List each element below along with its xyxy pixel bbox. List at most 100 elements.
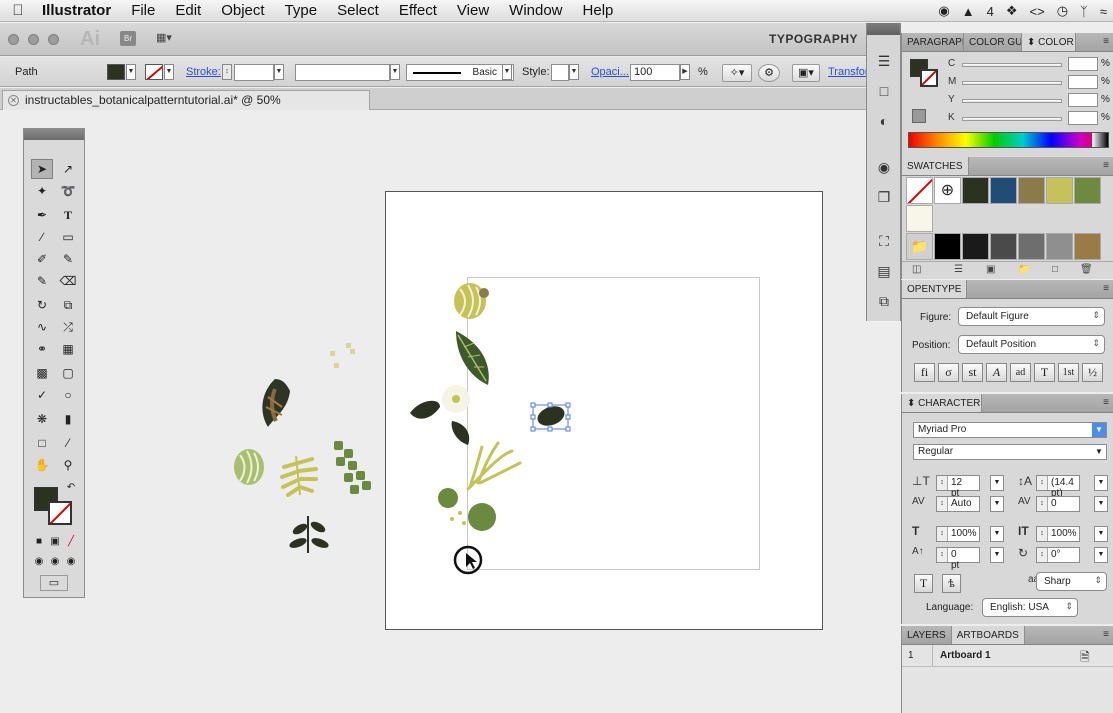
brush-definition[interactable]: Basic: [406, 64, 514, 81]
vertical-scale-field[interactable]: ↕ 100%: [936, 526, 980, 542]
character-rotation-field[interactable]: ↕ 0°: [1036, 547, 1080, 563]
align-panel-icon[interactable]: ▤: [874, 261, 894, 281]
rectangle-tool-icon[interactable]: ▭: [57, 227, 79, 247]
transparency-panel-icon[interactable]: ◐: [874, 111, 894, 131]
transform-panel-icon[interactable]: ⛶: [874, 231, 894, 251]
menu-edit[interactable]: Edit: [165, 2, 211, 19]
graphic-styles-panel-icon[interactable]: ❐: [874, 187, 894, 207]
blob-brush-tool-icon[interactable]: ✎: [31, 271, 53, 291]
tab-color[interactable]: ⬍ COLOR: [1022, 33, 1076, 51]
draw-behind-icon[interactable]: ◉: [48, 555, 62, 569]
draw-normal-icon[interactable]: ◉: [32, 555, 46, 569]
pathfinder-panel-icon[interactable]: ⧉: [874, 291, 894, 311]
direct-selection-tool-icon[interactable]: ↗: [57, 159, 79, 179]
menu-effect[interactable]: Effect: [389, 2, 447, 19]
kerning-dropdown[interactable]: ▼: [990, 496, 1004, 512]
canvas-area[interactable]: [0, 111, 900, 713]
panel-menu-icon[interactable]: ≡: [1103, 36, 1109, 47]
stroke-weight-input[interactable]: [234, 64, 274, 81]
stepper-icon[interactable]: ↕: [937, 527, 948, 541]
swatch-gray-70[interactable]: [990, 233, 1017, 260]
stepper-icon[interactable]: ↕: [937, 548, 948, 562]
line-tool-icon[interactable]: ∕: [31, 227, 53, 247]
type-tool-icon[interactable]: T: [57, 205, 79, 225]
bluetooth-icon[interactable]: ᛉ: [1080, 4, 1088, 19]
black-value[interactable]: [1068, 111, 1098, 125]
menu-view[interactable]: View: [447, 2, 499, 19]
artboard-tool-icon[interactable]: □: [31, 433, 53, 453]
font-family-select[interactable]: Myriad Pro ▼: [913, 422, 1107, 438]
figure-select[interactable]: Default Figure ⇕: [958, 307, 1105, 326]
menu-help[interactable]: Help: [573, 2, 624, 19]
swatch-blue[interactable]: [990, 177, 1017, 204]
kerning-field[interactable]: ↕ Auto: [936, 496, 980, 512]
stroke-color-swatch[interactable]: [145, 64, 163, 80]
swatch-black[interactable]: [934, 233, 961, 260]
baseline-shift-dropdown[interactable]: ▼: [990, 547, 1004, 563]
small-seed-cluster[interactable]: [330, 343, 355, 368]
new-swatch-icon[interactable]: □: [1052, 264, 1058, 275]
fill-dropdown[interactable]: ▼: [126, 64, 136, 80]
bridge-button[interactable]: Br: [120, 31, 136, 46]
opacity-link[interactable]: Opaci...: [591, 66, 629, 78]
swatch-libraries-icon[interactable]: ◫: [912, 264, 921, 275]
swatch-yellow-green[interactable]: [1046, 177, 1073, 204]
striped-fan-leaf[interactable]: [454, 283, 489, 319]
yellow-value[interactable]: [1068, 93, 1098, 107]
mesh-tool-icon[interactable]: ▩: [31, 363, 53, 383]
fractions-button[interactable]: ½: [1082, 363, 1103, 382]
scale-tool-icon[interactable]: ⧉: [57, 295, 79, 315]
yellow-palm-frond[interactable]: [466, 441, 522, 491]
menu-window[interactable]: Window: [499, 2, 572, 19]
variable-width-profile[interactable]: [295, 64, 390, 81]
fill-color-swatch[interactable]: [107, 64, 125, 80]
menu-select[interactable]: Select: [327, 2, 389, 19]
yellow-slider[interactable]: [962, 99, 1062, 103]
horizontal-scale-dropdown[interactable]: ▼: [1094, 526, 1108, 542]
pencil-tool-icon[interactable]: ✎: [57, 249, 79, 269]
workspace-switcher[interactable]: TYPOGRAPHY: [769, 32, 858, 46]
screen-mode-icon[interactable]: ▭: [40, 575, 68, 591]
fern-leaf[interactable]: [280, 455, 318, 497]
out-of-gamut-swatch[interactable]: [912, 109, 926, 123]
swatch-none[interactable]: [906, 177, 933, 204]
cyan-slider-row[interactable]: C %: [948, 57, 1110, 72]
black-white-ramp[interactable]: [1092, 133, 1108, 147]
zoom-window-button[interactable]: [48, 34, 59, 45]
discretionary-ligatures-button[interactable]: st: [962, 363, 983, 382]
swatch-tan[interactable]: [1074, 233, 1101, 260]
magenta-slider[interactable]: [962, 81, 1062, 85]
swatch-dark-green[interactable]: [962, 177, 989, 204]
titling-alternates-button[interactable]: T: [1034, 363, 1055, 382]
eraser-tool-icon[interactable]: ⌫: [57, 271, 79, 291]
stepper-icon[interactable]: ↕: [1037, 527, 1048, 541]
tab-color-guide[interactable]: COLOR GUI: [964, 33, 1022, 51]
dark-sprig[interactable]: [288, 516, 330, 553]
panel-menu-icon[interactable]: ≡: [1103, 397, 1109, 408]
ordinals-button[interactable]: 1st: [1058, 363, 1079, 382]
striped-pod[interactable]: [234, 449, 264, 485]
menu-type[interactable]: Type: [275, 2, 328, 19]
gradient-tool-icon[interactable]: ▢: [57, 363, 79, 383]
record-icon[interactable]: ◉: [938, 3, 949, 19]
stepper-icon[interactable]: ↕: [937, 497, 948, 511]
recolor-artwork-button[interactable]: ✧▾: [722, 64, 752, 82]
new-color-group-icon[interactable]: 📁: [1018, 264, 1030, 275]
menu-file[interactable]: File: [121, 2, 165, 19]
tracking-field[interactable]: ↕ 0: [1036, 496, 1080, 512]
tab-swatches[interactable]: SWATCHES: [902, 157, 969, 175]
color-spectrum[interactable]: [908, 132, 1109, 148]
blend-tool-icon[interactable]: ○: [57, 385, 79, 405]
stroke-weight-stepper[interactable]: ↕: [222, 64, 232, 80]
magic-wand-tool-icon[interactable]: ✦: [31, 181, 53, 201]
stepper-icon[interactable]: ↕: [1037, 497, 1048, 511]
rotate-tool-icon[interactable]: ↻: [31, 295, 53, 315]
font-size-field[interactable]: ↕ 12 pt: [936, 475, 980, 499]
white-flower-leaves[interactable]: [410, 385, 470, 445]
perspective-grid-tool-icon[interactable]: ▦: [57, 339, 79, 359]
tracking-dropdown[interactable]: ▼: [1094, 496, 1108, 512]
selection-tool-icon[interactable]: ➤: [31, 159, 53, 179]
delete-swatch-icon[interactable]: 🗑: [1080, 264, 1093, 275]
panel-menu-icon[interactable]: ≡: [1103, 283, 1109, 294]
leading-dropdown[interactable]: ▼: [1094, 475, 1108, 491]
